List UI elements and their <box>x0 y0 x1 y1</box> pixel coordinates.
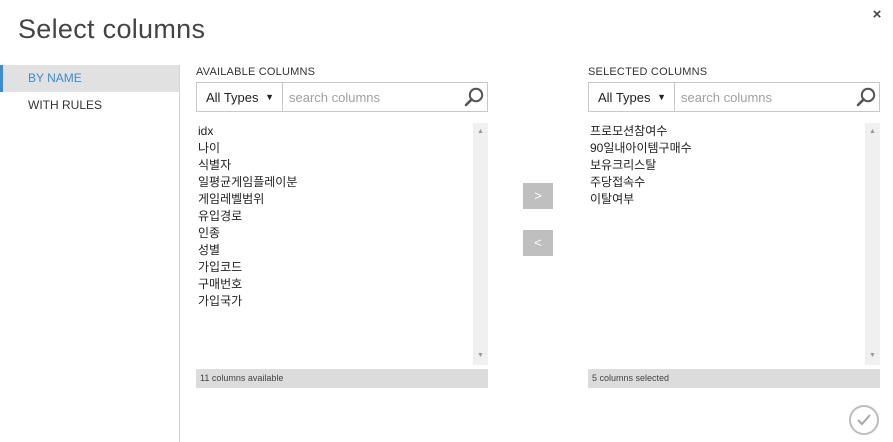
available-search-box <box>282 82 488 112</box>
checkmark-icon <box>857 414 871 426</box>
column-list-item[interactable]: 성별 <box>198 242 488 259</box>
column-list-item[interactable]: 일평균게임플레이분 <box>198 174 488 191</box>
column-list-item[interactable]: 보유크리스탈 <box>590 157 880 174</box>
ok-button[interactable] <box>849 405 879 435</box>
scroll-up-icon[interactable]: ▲ <box>473 125 488 139</box>
type-select-value: All Types <box>206 89 259 105</box>
available-scrollbar[interactable]: ▲ ▼ <box>473 123 488 365</box>
close-icon: × <box>872 6 882 23</box>
column-list-item[interactable]: 주당접속수 <box>590 174 880 191</box>
column-list-item[interactable]: 구매번호 <box>198 276 488 293</box>
add-column-button[interactable]: > <box>523 183 553 209</box>
remove-column-button[interactable]: < <box>523 230 553 256</box>
selected-columns-panel: SELECTED COLUMNS All Types ▼ 프로모션참여수90일내… <box>588 66 880 388</box>
column-list-item[interactable]: 90일내아이템구매수 <box>590 140 880 157</box>
nav-item-label: BY NAME <box>28 71 82 85</box>
close-button[interactable]: × <box>869 6 885 24</box>
available-columns-panel: AVAILABLE COLUMNS All Types ▼ idx나이식별자일평… <box>196 66 488 388</box>
column-list-item[interactable]: 게임레벨범위 <box>198 191 488 208</box>
available-search-input[interactable] <box>283 83 487 111</box>
selected-filter-row: All Types ▼ <box>588 82 880 112</box>
selected-list-items: 프로모션참여수 90일내아이템구매수 보유크리스탈 주당접속수 이탈여부 <box>588 123 880 208</box>
selected-search-box <box>674 82 880 112</box>
available-list-items: idx 나이 식별자 일평균게임플레이분 게임레벨범위 유입경로 인종 성별 가입코드 구매번호 가… <box>196 123 488 310</box>
scroll-up-icon[interactable]: ▲ <box>865 125 880 139</box>
available-filter-row: All Types ▼ <box>196 82 488 112</box>
scroll-down-icon[interactable]: ▼ <box>865 349 880 363</box>
dialog-title: Select columns <box>18 14 206 44</box>
available-type-select[interactable]: All Types ▼ <box>196 82 282 112</box>
nav-item-by-name[interactable]: BY NAME <box>0 65 179 92</box>
chevron-down-icon: ▼ <box>265 92 274 102</box>
column-list-item[interactable]: 가입국가 <box>198 293 488 310</box>
search-icon[interactable] <box>855 86 877 108</box>
available-columns-heading: AVAILABLE COLUMNS <box>196 66 316 78</box>
selected-search-input[interactable] <box>675 83 879 111</box>
column-list-item[interactable]: 유입경로 <box>198 208 488 225</box>
type-select-value: All Types <box>598 89 651 105</box>
available-columns-list[interactable]: idx 나이 식별자 일평균게임플레이분 게임레벨범위 유입경로 인종 성별 가입코드 구매번호 가… <box>196 123 488 365</box>
selected-scrollbar[interactable]: ▲ ▼ <box>865 123 880 365</box>
scroll-down-icon[interactable]: ▼ <box>473 349 488 363</box>
nav-item-label: WITH RULES <box>28 98 103 112</box>
chevron-down-icon: ▼ <box>657 92 666 102</box>
column-list-item[interactable]: 식별자 <box>198 157 488 174</box>
column-list-item[interactable]: 이탈여부 <box>590 191 880 208</box>
search-icon[interactable] <box>463 86 485 108</box>
available-status-bar: 11 columns available <box>196 369 488 388</box>
selected-columns-heading: SELECTED COLUMNS <box>588 66 708 78</box>
side-nav: BY NAME WITH RULES <box>0 65 180 442</box>
column-list-item[interactable]: 가입코드 <box>198 259 488 276</box>
selected-status-bar: 5 columns selected <box>588 369 880 388</box>
selected-type-select[interactable]: All Types ▼ <box>588 82 674 112</box>
nav-item-with-rules[interactable]: WITH RULES <box>0 92 179 119</box>
column-list-item[interactable]: 인종 <box>198 225 488 242</box>
column-list-item[interactable]: 프로모션참여수 <box>590 123 880 140</box>
column-list-item[interactable]: 나이 <box>198 140 488 157</box>
selected-columns-list[interactable]: 프로모션참여수 90일내아이템구매수 보유크리스탈 주당접속수 이탈여부 ▲ ▼ <box>588 123 880 365</box>
column-list-item[interactable]: idx <box>198 123 488 140</box>
